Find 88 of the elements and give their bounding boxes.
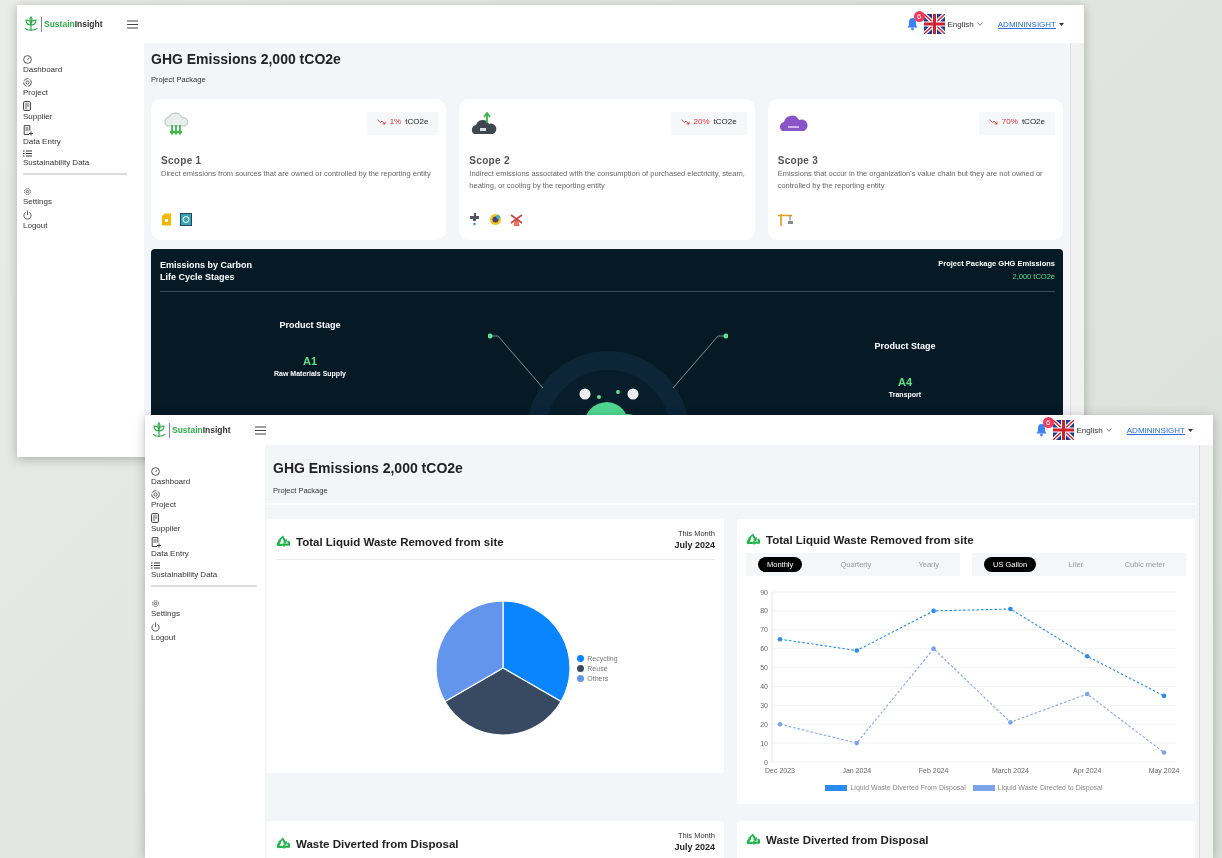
document-plus-icon	[151, 537, 161, 548]
sidebar-item[interactable]: Settings	[151, 609, 180, 618]
sprout-logo-icon	[23, 16, 39, 32]
chevron-down-icon[interactable]	[1105, 428, 1112, 432]
cloud-down-arrows-icon	[161, 112, 191, 136]
recycle-icon	[276, 535, 290, 548]
caret-icon[interactable]	[1188, 428, 1193, 432]
period-value: July 2024	[674, 540, 715, 550]
sidebar-item[interactable]: Sustainability Data	[23, 158, 90, 167]
sidebar-item[interactable]: Data Entry	[151, 549, 189, 558]
sidebar-item[interactable]: Sustainability Data	[151, 570, 218, 579]
page-title: GHG Emissions 2,000 tCO2e	[151, 51, 342, 67]
settings-icon	[23, 187, 32, 196]
power-icon	[23, 210, 32, 220]
scrollbar[interactable]	[1070, 43, 1084, 415]
sidebar-item[interactable]: Dashboard	[151, 477, 191, 486]
uk-flag-icon[interactable]	[1052, 420, 1074, 440]
change-badge: 20% tCO2e	[670, 112, 747, 135]
card-title: Total Liquid Waste Removed from site	[296, 535, 504, 548]
sidebar-item[interactable]: Supplier	[151, 524, 181, 533]
chevron-down-icon[interactable]	[976, 22, 983, 26]
menu-icon[interactable]	[255, 425, 266, 435]
cycle-gear-icon	[151, 490, 160, 499]
data-point	[1161, 750, 1167, 755]
data-point	[1084, 653, 1090, 659]
card-title: Waste Diverted from Disposal	[296, 837, 459, 850]
list-icon	[23, 150, 32, 157]
fuel-can-icon	[161, 213, 172, 226]
card-title: Waste Diverted from Disposal	[766, 833, 929, 846]
settings-icon	[151, 599, 160, 608]
sidebar-item[interactable]: Dashboard	[23, 65, 63, 74]
period-value: July 2024	[674, 842, 715, 852]
uk-flag-icon[interactable]	[923, 14, 945, 34]
sidebar-item[interactable]: Data Entry	[23, 137, 61, 146]
sidebar-item[interactable]: Project	[23, 88, 48, 97]
bell-icon[interactable]	[1034, 423, 1048, 437]
stage-code: A4	[896, 376, 914, 388]
sidebar-item[interactable]: Project	[151, 500, 176, 509]
windmill-icon	[510, 213, 524, 226]
sidebar-item[interactable]: Supplier	[23, 112, 53, 121]
user-menu-link[interactable]: ADMININSIGHT	[1126, 425, 1185, 435]
caret-icon[interactable]	[1059, 22, 1064, 26]
data-point	[1161, 693, 1167, 699]
boiler-icon	[180, 213, 192, 226]
sidebar-item[interactable]: Settings	[23, 197, 52, 206]
scrollbar[interactable]	[1199, 445, 1213, 858]
change-badge: 70% tCO2e	[978, 112, 1055, 135]
scope-title: Scope 3	[777, 155, 820, 166]
menu-icon[interactable]	[127, 19, 138, 29]
stage-title: Product Stage	[278, 320, 342, 330]
data-point	[854, 740, 860, 746]
change-badge: 1% tCO2e	[366, 112, 439, 135]
data-point	[931, 608, 936, 614]
data-point	[854, 648, 860, 653]
gauge-icon	[151, 467, 160, 476]
recycle-icon	[746, 533, 760, 546]
data-point	[931, 646, 936, 651]
panel-title: Emissions by Carbon Life Cycle Stages	[160, 259, 254, 283]
sprout-logo-icon	[151, 422, 167, 438]
power-icon	[151, 622, 160, 632]
list-icon	[151, 562, 160, 569]
user-menu-link[interactable]: ADMININSIGHT	[997, 19, 1056, 29]
cycle-gear-icon	[23, 78, 32, 87]
data-point	[1008, 606, 1013, 612]
data-point	[1084, 691, 1090, 697]
gauge-icon	[23, 55, 32, 64]
document-icon	[23, 101, 31, 111]
stage-code: A1	[301, 355, 319, 367]
language-selector[interactable]: English	[947, 19, 974, 29]
language-selector[interactable]: English	[1076, 425, 1103, 435]
data-point	[777, 721, 783, 727]
recycle-icon	[746, 833, 760, 846]
data-point	[777, 636, 783, 642]
brand-name: SustainInsight	[44, 19, 103, 29]
stage-title: Product Stage	[873, 341, 937, 351]
document-icon	[151, 513, 159, 523]
recycle-icon	[276, 837, 290, 850]
sidebar-item[interactable]: Logout	[151, 633, 176, 642]
bell-icon[interactable]	[905, 17, 919, 31]
document-plus-icon	[23, 125, 33, 136]
brand-name: SustainInsight	[172, 425, 231, 435]
sidebar-item[interactable]: Logout	[23, 221, 48, 230]
data-point	[1008, 720, 1013, 725]
scope-title: Scope 1	[161, 155, 203, 166]
card-title: Total Liquid Waste Removed from site	[766, 533, 974, 546]
scope-title: Scope 2	[469, 155, 511, 166]
crane-icon	[777, 213, 794, 226]
page-title: GHG Emissions 2,000 tCO2e	[273, 460, 464, 476]
